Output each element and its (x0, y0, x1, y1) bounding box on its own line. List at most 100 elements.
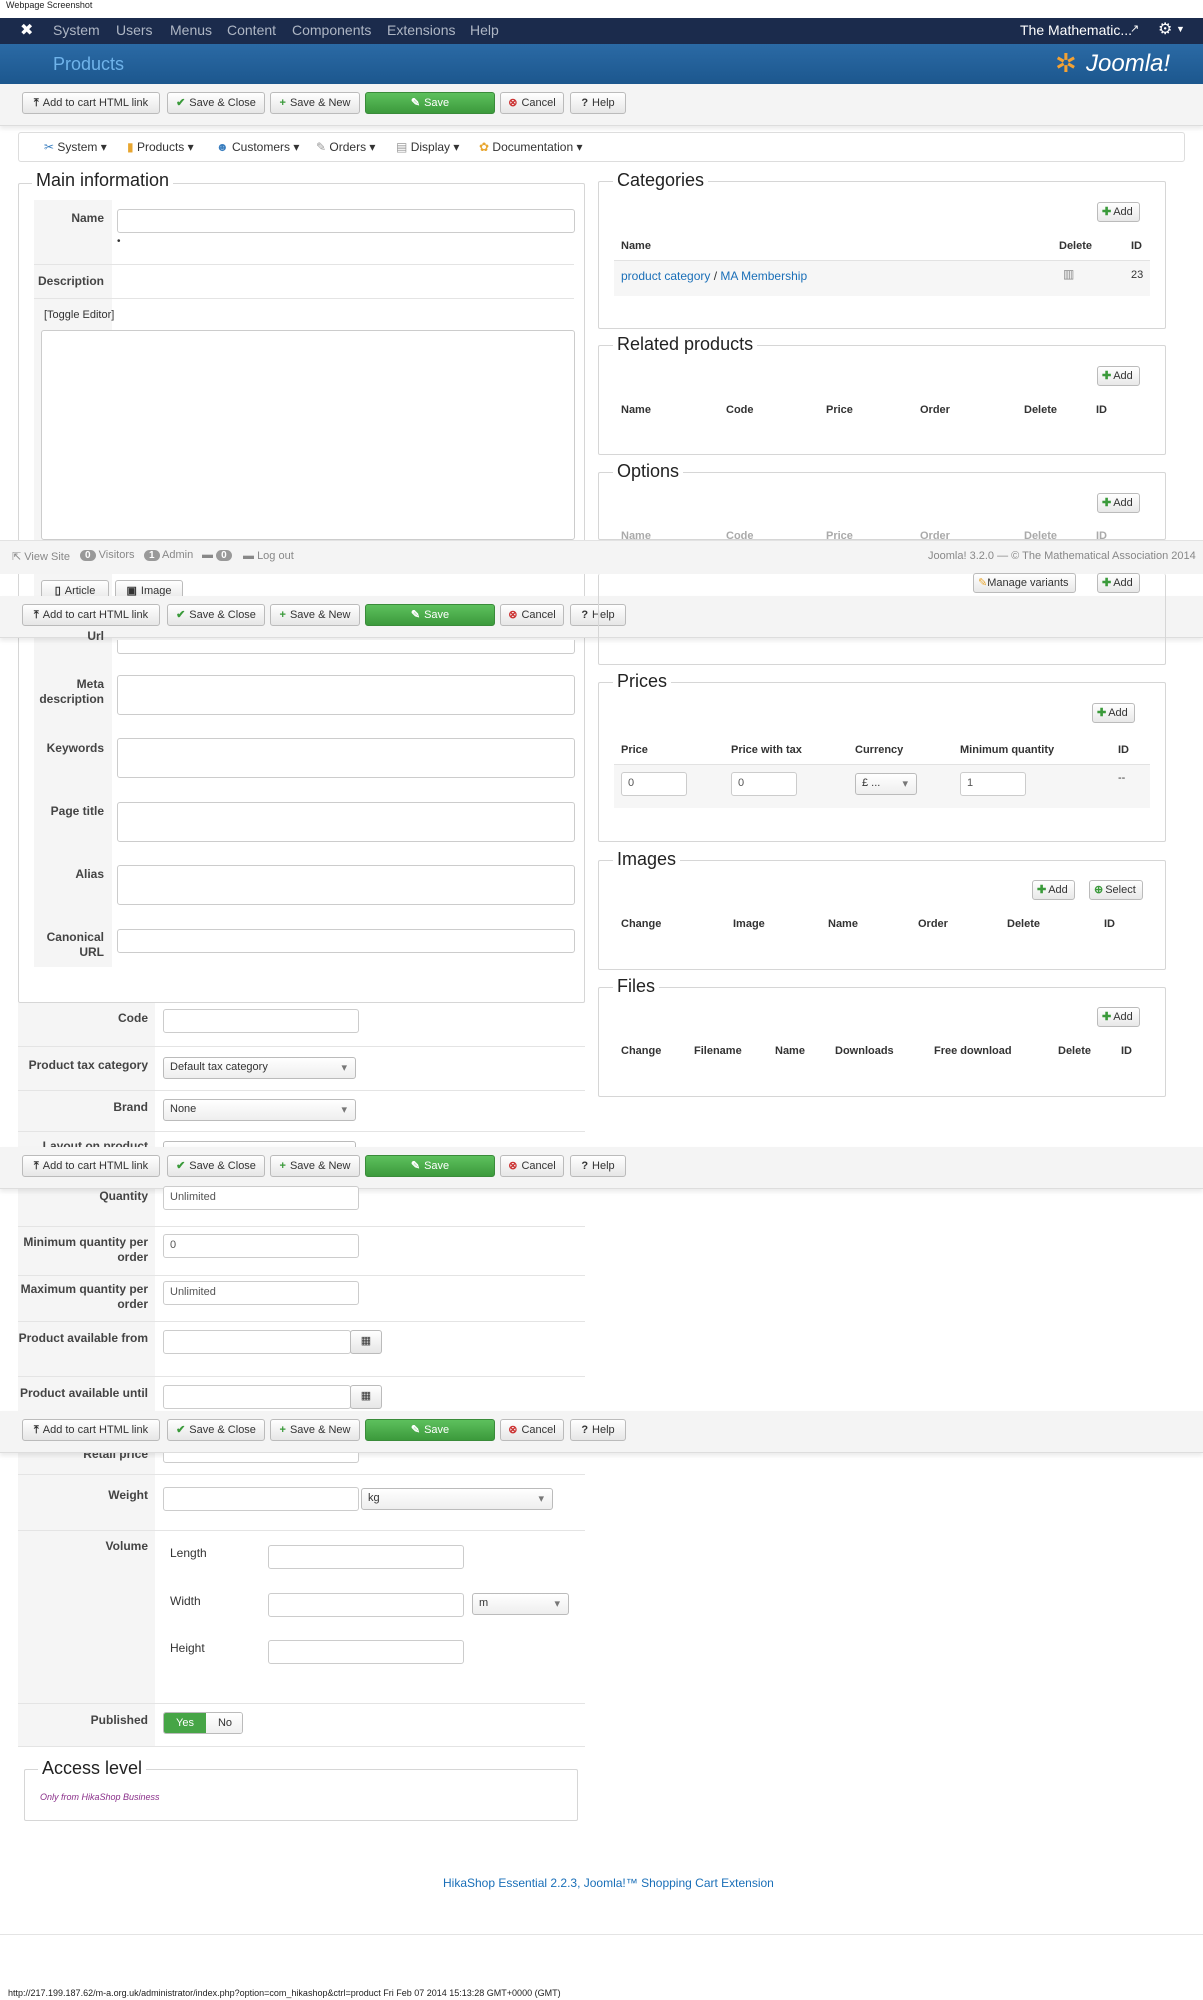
menu-extensions[interactable]: Extensions (387, 22, 455, 38)
save-close-button[interactable]: ✔ Save & Close (167, 92, 265, 114)
calendar-button[interactable]: ▦ (350, 1385, 382, 1409)
name-input[interactable] (117, 209, 575, 233)
save-new-button[interactable]: + Save & New (270, 604, 360, 626)
joomla-icon[interactable]: ✖ (20, 20, 33, 40)
add-related-button[interactable]: ✚ Add (1097, 366, 1140, 386)
messages-count[interactable]: ▬ 0 (202, 549, 232, 561)
add-to-cart-button[interactable]: ⤒ Add to cart HTML link (22, 1155, 160, 1177)
nav-products[interactable]: ▮ Products ▾ (127, 140, 194, 154)
tax-category-label: Product tax category (28, 1058, 148, 1072)
save-button[interactable]: ✎ Save (365, 92, 495, 114)
height-input[interactable] (268, 1640, 464, 1664)
add-variant-button[interactable]: ✚ Add (1097, 573, 1140, 593)
available-from-input[interactable] (163, 1330, 351, 1354)
published-no[interactable]: No (206, 1713, 242, 1733)
question-icon: ? (581, 609, 589, 621)
page-title-input[interactable] (117, 802, 575, 842)
width-input[interactable] (268, 1593, 464, 1617)
question-icon: ? (581, 1160, 589, 1172)
gear-icon[interactable]: ⚙ (1158, 19, 1172, 39)
quantity-input[interactable]: Unlimited (163, 1186, 359, 1210)
view-site-link[interactable]: ⇱ View Site (12, 550, 70, 563)
menu-components[interactable]: Components (292, 22, 371, 38)
weight-input[interactable] (163, 1487, 359, 1511)
save-close-button[interactable]: ✔ Save & Close (167, 604, 265, 626)
select-image-button[interactable]: ⊕ Select (1089, 880, 1143, 900)
published-yes[interactable]: Yes (164, 1713, 206, 1733)
meta-description-input[interactable] (117, 675, 575, 715)
volume-unit-select[interactable]: m (472, 1593, 569, 1615)
hikashop-credit-link[interactable]: HikaShop Essential 2.2.3, Joomla!™ Shopp… (443, 1876, 774, 1890)
add-file-button[interactable]: ✚ Add (1097, 1007, 1140, 1027)
add-to-cart-button[interactable]: ⤒ Add to cart HTML link (22, 92, 160, 114)
add-to-cart-button[interactable]: ⤒ Add to cart HTML link (22, 1419, 160, 1441)
save-new-button[interactable]: + Save & New (270, 92, 360, 114)
nav-display[interactable]: ▤ Display ▾ (396, 140, 459, 154)
menu-content[interactable]: Content (227, 22, 276, 38)
category-link-child[interactable]: MA Membership (720, 269, 807, 283)
messages-badge: 0 (216, 550, 232, 561)
status-url: http://217.199.187.62/m-a.org.uk/adminis… (8, 1988, 561, 1998)
code-input[interactable] (163, 1009, 359, 1033)
category-link-parent[interactable]: product category (621, 269, 710, 283)
site-name-link[interactable]: The Mathematic... (1020, 22, 1132, 38)
cancel-button[interactable]: ⊗ Cancel (500, 1419, 564, 1441)
help-button[interactable]: ? Help (570, 1155, 626, 1177)
nav-customers[interactable]: ☻ Customers ▾ (216, 140, 299, 154)
save-new-button[interactable]: + Save & New (270, 1155, 360, 1177)
available-until-input[interactable] (163, 1385, 351, 1409)
nav-orders[interactable]: ✎ Orders ▾ (316, 140, 375, 154)
currency-select[interactable]: £ ... (855, 773, 917, 795)
price-input[interactable]: 0 (621, 772, 687, 796)
save-button[interactable]: ✎ Save (365, 1155, 495, 1177)
available-until-label: Product available until (19, 1386, 148, 1400)
price-tax-input[interactable]: 0 (731, 772, 797, 796)
help-label: Help (592, 97, 615, 109)
menu-users[interactable]: Users (116, 22, 153, 38)
add-price-button[interactable]: ✚ Add (1092, 703, 1135, 723)
trash-icon[interactable]: ▥ (1063, 267, 1074, 281)
menu-help[interactable]: Help (470, 22, 499, 38)
nav-documentation[interactable]: ✿ Documentation ▾ (479, 140, 582, 154)
brand-select[interactable]: None (163, 1099, 356, 1121)
cancel-button[interactable]: ⊗ Cancel (500, 1155, 564, 1177)
nav-system[interactable]: ✂ System ▾ (44, 140, 107, 154)
keywords-input[interactable] (117, 738, 575, 778)
canonical-url-label: Canonical URL (46, 930, 104, 959)
add-to-cart-button[interactable]: ⤒ Add to cart HTML link (22, 604, 160, 626)
canonical-url-input[interactable] (117, 929, 575, 953)
add-image-button[interactable]: ✚ Add (1032, 880, 1075, 900)
menu-menus[interactable]: Menus (170, 22, 212, 38)
alias-input[interactable] (117, 865, 575, 905)
published-toggle[interactable]: Yes No (163, 1712, 243, 1734)
toggle-editor-link[interactable]: [Toggle Editor] (44, 309, 114, 321)
length-input[interactable] (268, 1545, 464, 1569)
tax-category-select[interactable]: Default tax category (163, 1057, 356, 1079)
save-close-button[interactable]: ✔ Save & Close (167, 1155, 265, 1177)
max-qty-order-input[interactable]: Unlimited (163, 1281, 359, 1305)
manage-variants-label: Manage variants (987, 577, 1069, 589)
save-close-button[interactable]: ✔ Save & Close (167, 1419, 265, 1441)
description-editor[interactable] (41, 330, 575, 540)
add-label: Add (1048, 884, 1068, 896)
logout-link[interactable]: ▬ Log out (243, 550, 294, 562)
manage-variants-button[interactable]: ✎Manage variants (973, 573, 1076, 593)
cancel-button[interactable]: ⊗ Cancel (500, 604, 564, 626)
save-new-button[interactable]: + Save & New (270, 1419, 360, 1441)
help-button[interactable]: ? Help (570, 92, 626, 114)
calendar-button[interactable]: ▦ (350, 1330, 382, 1354)
save-button[interactable]: ✎ Save (365, 1419, 495, 1441)
retail-price-input[interactable] (163, 1453, 359, 1463)
published-label: Published (90, 1713, 148, 1727)
help-button[interactable]: ? Help (570, 1419, 626, 1441)
min-qty-input[interactable]: 1 (960, 772, 1026, 796)
add-category-button[interactable]: ✚ Add (1097, 202, 1140, 222)
upload-icon: ⤒ (33, 1424, 39, 1436)
weight-unit-select[interactable]: kg (361, 1488, 553, 1510)
add-option-button[interactable]: ✚ Add (1097, 493, 1140, 513)
min-qty-order-input[interactable]: 0 (163, 1234, 359, 1258)
cancel-button[interactable]: ⊗ Cancel (500, 92, 564, 114)
save-button[interactable]: ✎ Save (365, 604, 495, 626)
url-input[interactable] (117, 640, 575, 654)
menu-system[interactable]: System (53, 22, 100, 38)
